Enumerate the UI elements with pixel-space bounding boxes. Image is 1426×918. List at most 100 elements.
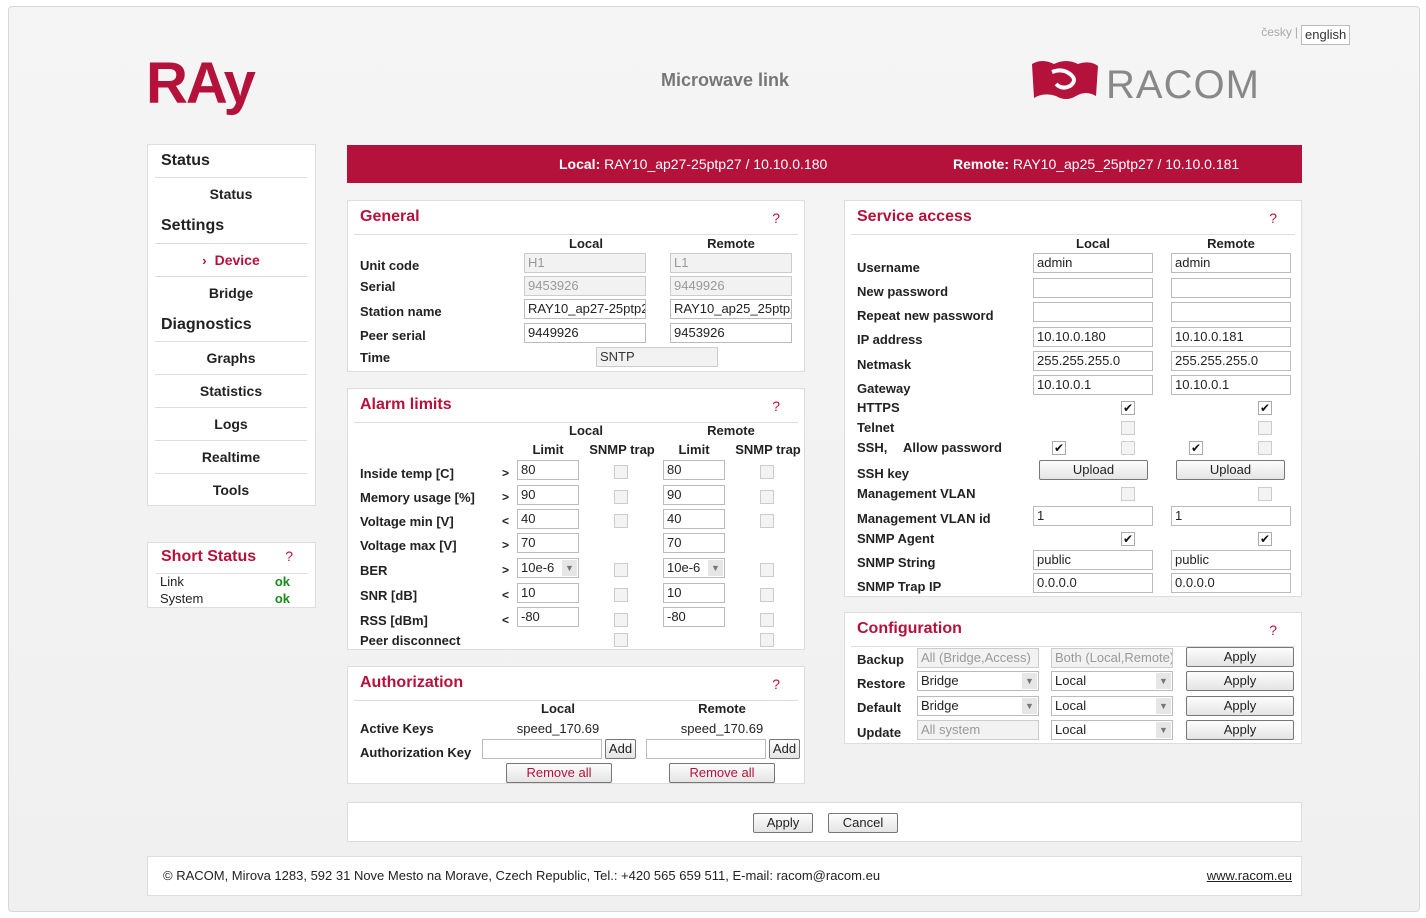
- station-name-local-input[interactable]: RAY10_ap27-25ptp27: [524, 299, 646, 319]
- ip-address-remote-input[interactable]: 10.10.0.181: [1171, 327, 1291, 347]
- sidebar-item-statistics[interactable]: Statistics: [155, 374, 307, 407]
- authorization-key-local-input[interactable]: [482, 739, 602, 759]
- ber-local-select[interactable]: 10e-6 ▼: [517, 558, 579, 578]
- ssh-local-checkbox[interactable]: ✔: [1052, 441, 1066, 455]
- restore-where-select[interactable]: Local ▼: [1051, 671, 1173, 691]
- new-password-local-input[interactable]: [1033, 278, 1153, 298]
- https-remote-checkbox[interactable]: ✔: [1258, 401, 1272, 415]
- ip-address-local-input[interactable]: 10.10.0.180: [1033, 327, 1153, 347]
- restore-apply-button[interactable]: Apply: [1186, 671, 1294, 691]
- mgmt-vlan-local-checkbox[interactable]: [1121, 487, 1135, 501]
- snmp-trap-ip-remote-input[interactable]: 0.0.0.0: [1171, 573, 1291, 593]
- gateway-remote-input[interactable]: 10.10.0.1: [1171, 375, 1291, 395]
- general-help-icon[interactable]: ?: [772, 210, 780, 226]
- remove-all-local-button[interactable]: Remove all: [506, 763, 612, 783]
- mgmt-vlan-remote-checkbox[interactable]: [1258, 487, 1272, 501]
- alarm-limits-help-icon[interactable]: ?: [772, 398, 780, 414]
- netmask-remote-input[interactable]: 255.255.255.0: [1171, 351, 1291, 371]
- telnet-local-checkbox[interactable]: [1121, 421, 1135, 435]
- snr-remote-snmp-checkbox[interactable]: [760, 588, 774, 602]
- allow-password-remote-checkbox[interactable]: [1258, 441, 1272, 455]
- sidebar-item-bridge[interactable]: Bridge: [155, 276, 307, 309]
- voltage-min-remote-snmp-checkbox[interactable]: [760, 514, 774, 528]
- ber-remote-select[interactable]: 10e-6 ▼: [663, 558, 725, 578]
- repeat-password-local-input[interactable]: [1033, 302, 1153, 322]
- gateway-local-input[interactable]: 10.10.0.1: [1033, 375, 1153, 395]
- sidebar-item-status[interactable]: Status: [155, 177, 307, 210]
- sidebar-item-device[interactable]: › Device: [155, 243, 307, 276]
- peer-serial-remote-input[interactable]: 9453926: [670, 323, 792, 343]
- lang-english[interactable]: english: [1301, 25, 1351, 45]
- footer-website-link[interactable]: www.racom.eu: [1207, 868, 1292, 883]
- sidebar-item-logs[interactable]: Logs: [155, 407, 307, 440]
- default-what-select[interactable]: Bridge ▼: [917, 696, 1039, 716]
- update-where-select[interactable]: Local ▼: [1051, 720, 1173, 740]
- snmp-string-remote-input[interactable]: public: [1171, 550, 1291, 570]
- lang-cesky[interactable]: česky: [1261, 25, 1292, 39]
- memory-usage-remote-input[interactable]: 90: [663, 485, 725, 505]
- memory-usage-local-snmp-checkbox[interactable]: [614, 490, 628, 504]
- upload-ssh-key-local-button[interactable]: Upload: [1039, 460, 1148, 480]
- voltage-max-local-input[interactable]: 70: [517, 533, 579, 553]
- username-remote-input[interactable]: admin: [1171, 253, 1291, 273]
- rss-local-input[interactable]: -80: [517, 607, 579, 627]
- snr-remote-input[interactable]: 10: [663, 583, 725, 603]
- memory-usage-remote-snmp-checkbox[interactable]: [760, 490, 774, 504]
- default-where-select[interactable]: Local ▼: [1051, 696, 1173, 716]
- inside-temp-remote-input[interactable]: 80: [663, 460, 725, 480]
- authorization-key-remote-input[interactable]: [646, 739, 766, 759]
- remove-all-remote-button[interactable]: Remove all: [669, 763, 775, 783]
- voltage-min-local-snmp-checkbox[interactable]: [614, 514, 628, 528]
- add-key-local-button[interactable]: Add: [605, 739, 636, 759]
- voltage-min-remote-input[interactable]: 40: [663, 509, 725, 529]
- snr-local-snmp-checkbox[interactable]: [614, 588, 628, 602]
- mgmt-vlan-id-remote-input[interactable]: 1: [1171, 506, 1291, 526]
- snmp-agent-remote-checkbox[interactable]: ✔: [1258, 532, 1272, 546]
- snmp-agent-local-checkbox[interactable]: ✔: [1121, 532, 1135, 546]
- authorization-help-icon[interactable]: ?: [772, 676, 780, 692]
- upload-ssh-key-remote-button[interactable]: Upload: [1176, 460, 1285, 480]
- peer-serial-local-input[interactable]: 9449926: [524, 323, 646, 343]
- inside-temp-remote-snmp-checkbox[interactable]: [760, 465, 774, 479]
- mgmt-vlan-id-local-input[interactable]: 1: [1033, 506, 1153, 526]
- rss-local-snmp-checkbox[interactable]: [614, 613, 628, 627]
- repeat-password-remote-input[interactable]: [1171, 302, 1291, 322]
- https-local-checkbox[interactable]: ✔: [1121, 401, 1135, 415]
- ber-local-snmp-checkbox[interactable]: [614, 563, 628, 577]
- time-source-field[interactable]: SNTP: [596, 347, 718, 367]
- sidebar-item-graphs[interactable]: Graphs: [155, 341, 307, 374]
- sidebar-item-realtime[interactable]: Realtime: [155, 440, 307, 473]
- username-local-input[interactable]: admin: [1033, 253, 1153, 273]
- add-key-remote-button[interactable]: Add: [769, 739, 800, 759]
- voltage-min-local-input[interactable]: 40: [517, 509, 579, 529]
- allow-password-local-checkbox[interactable]: [1121, 441, 1135, 455]
- update-apply-button[interactable]: Apply: [1186, 720, 1294, 740]
- restore-what-select[interactable]: Bridge ▼: [917, 671, 1039, 691]
- ssh-remote-checkbox[interactable]: ✔: [1189, 441, 1203, 455]
- service-access-help-icon[interactable]: ?: [1269, 210, 1277, 226]
- default-apply-button[interactable]: Apply: [1186, 696, 1294, 716]
- apply-button[interactable]: Apply: [753, 813, 813, 833]
- memory-usage-local-input[interactable]: 90: [517, 485, 579, 505]
- snmp-string-local-input[interactable]: public: [1033, 550, 1153, 570]
- inside-temp-local-input[interactable]: 80: [517, 460, 579, 480]
- telnet-remote-checkbox[interactable]: [1258, 421, 1272, 435]
- inside-temp-local-snmp-checkbox[interactable]: [614, 465, 628, 479]
- rss-remote-snmp-checkbox[interactable]: [760, 613, 774, 627]
- rss-remote-input[interactable]: -80: [663, 607, 725, 627]
- ber-remote-snmp-checkbox[interactable]: [760, 563, 774, 577]
- station-name-remote-input[interactable]: RAY10_ap25_25ptp27: [670, 299, 792, 319]
- backup-apply-button[interactable]: Apply: [1186, 647, 1294, 667]
- new-password-remote-input[interactable]: [1171, 278, 1291, 298]
- cancel-button[interactable]: Cancel: [828, 813, 898, 833]
- netmask-local-input[interactable]: 255.255.255.0: [1033, 351, 1153, 371]
- peer-disconnect-local-snmp-checkbox[interactable]: [614, 633, 628, 647]
- short-status-help-icon[interactable]: ?: [285, 548, 293, 564]
- peer-disconnect-remote-snmp-checkbox[interactable]: [760, 633, 774, 647]
- snmp-trap-ip-local-input[interactable]: 0.0.0.0: [1033, 573, 1153, 593]
- voltage-max-remote-input[interactable]: 70: [663, 533, 725, 553]
- sidebar-item-tools[interactable]: Tools: [155, 473, 307, 506]
- alarm-row-label: Peer disconnect: [360, 633, 461, 648]
- configuration-help-icon[interactable]: ?: [1269, 622, 1277, 638]
- snr-local-input[interactable]: 10: [517, 583, 579, 603]
